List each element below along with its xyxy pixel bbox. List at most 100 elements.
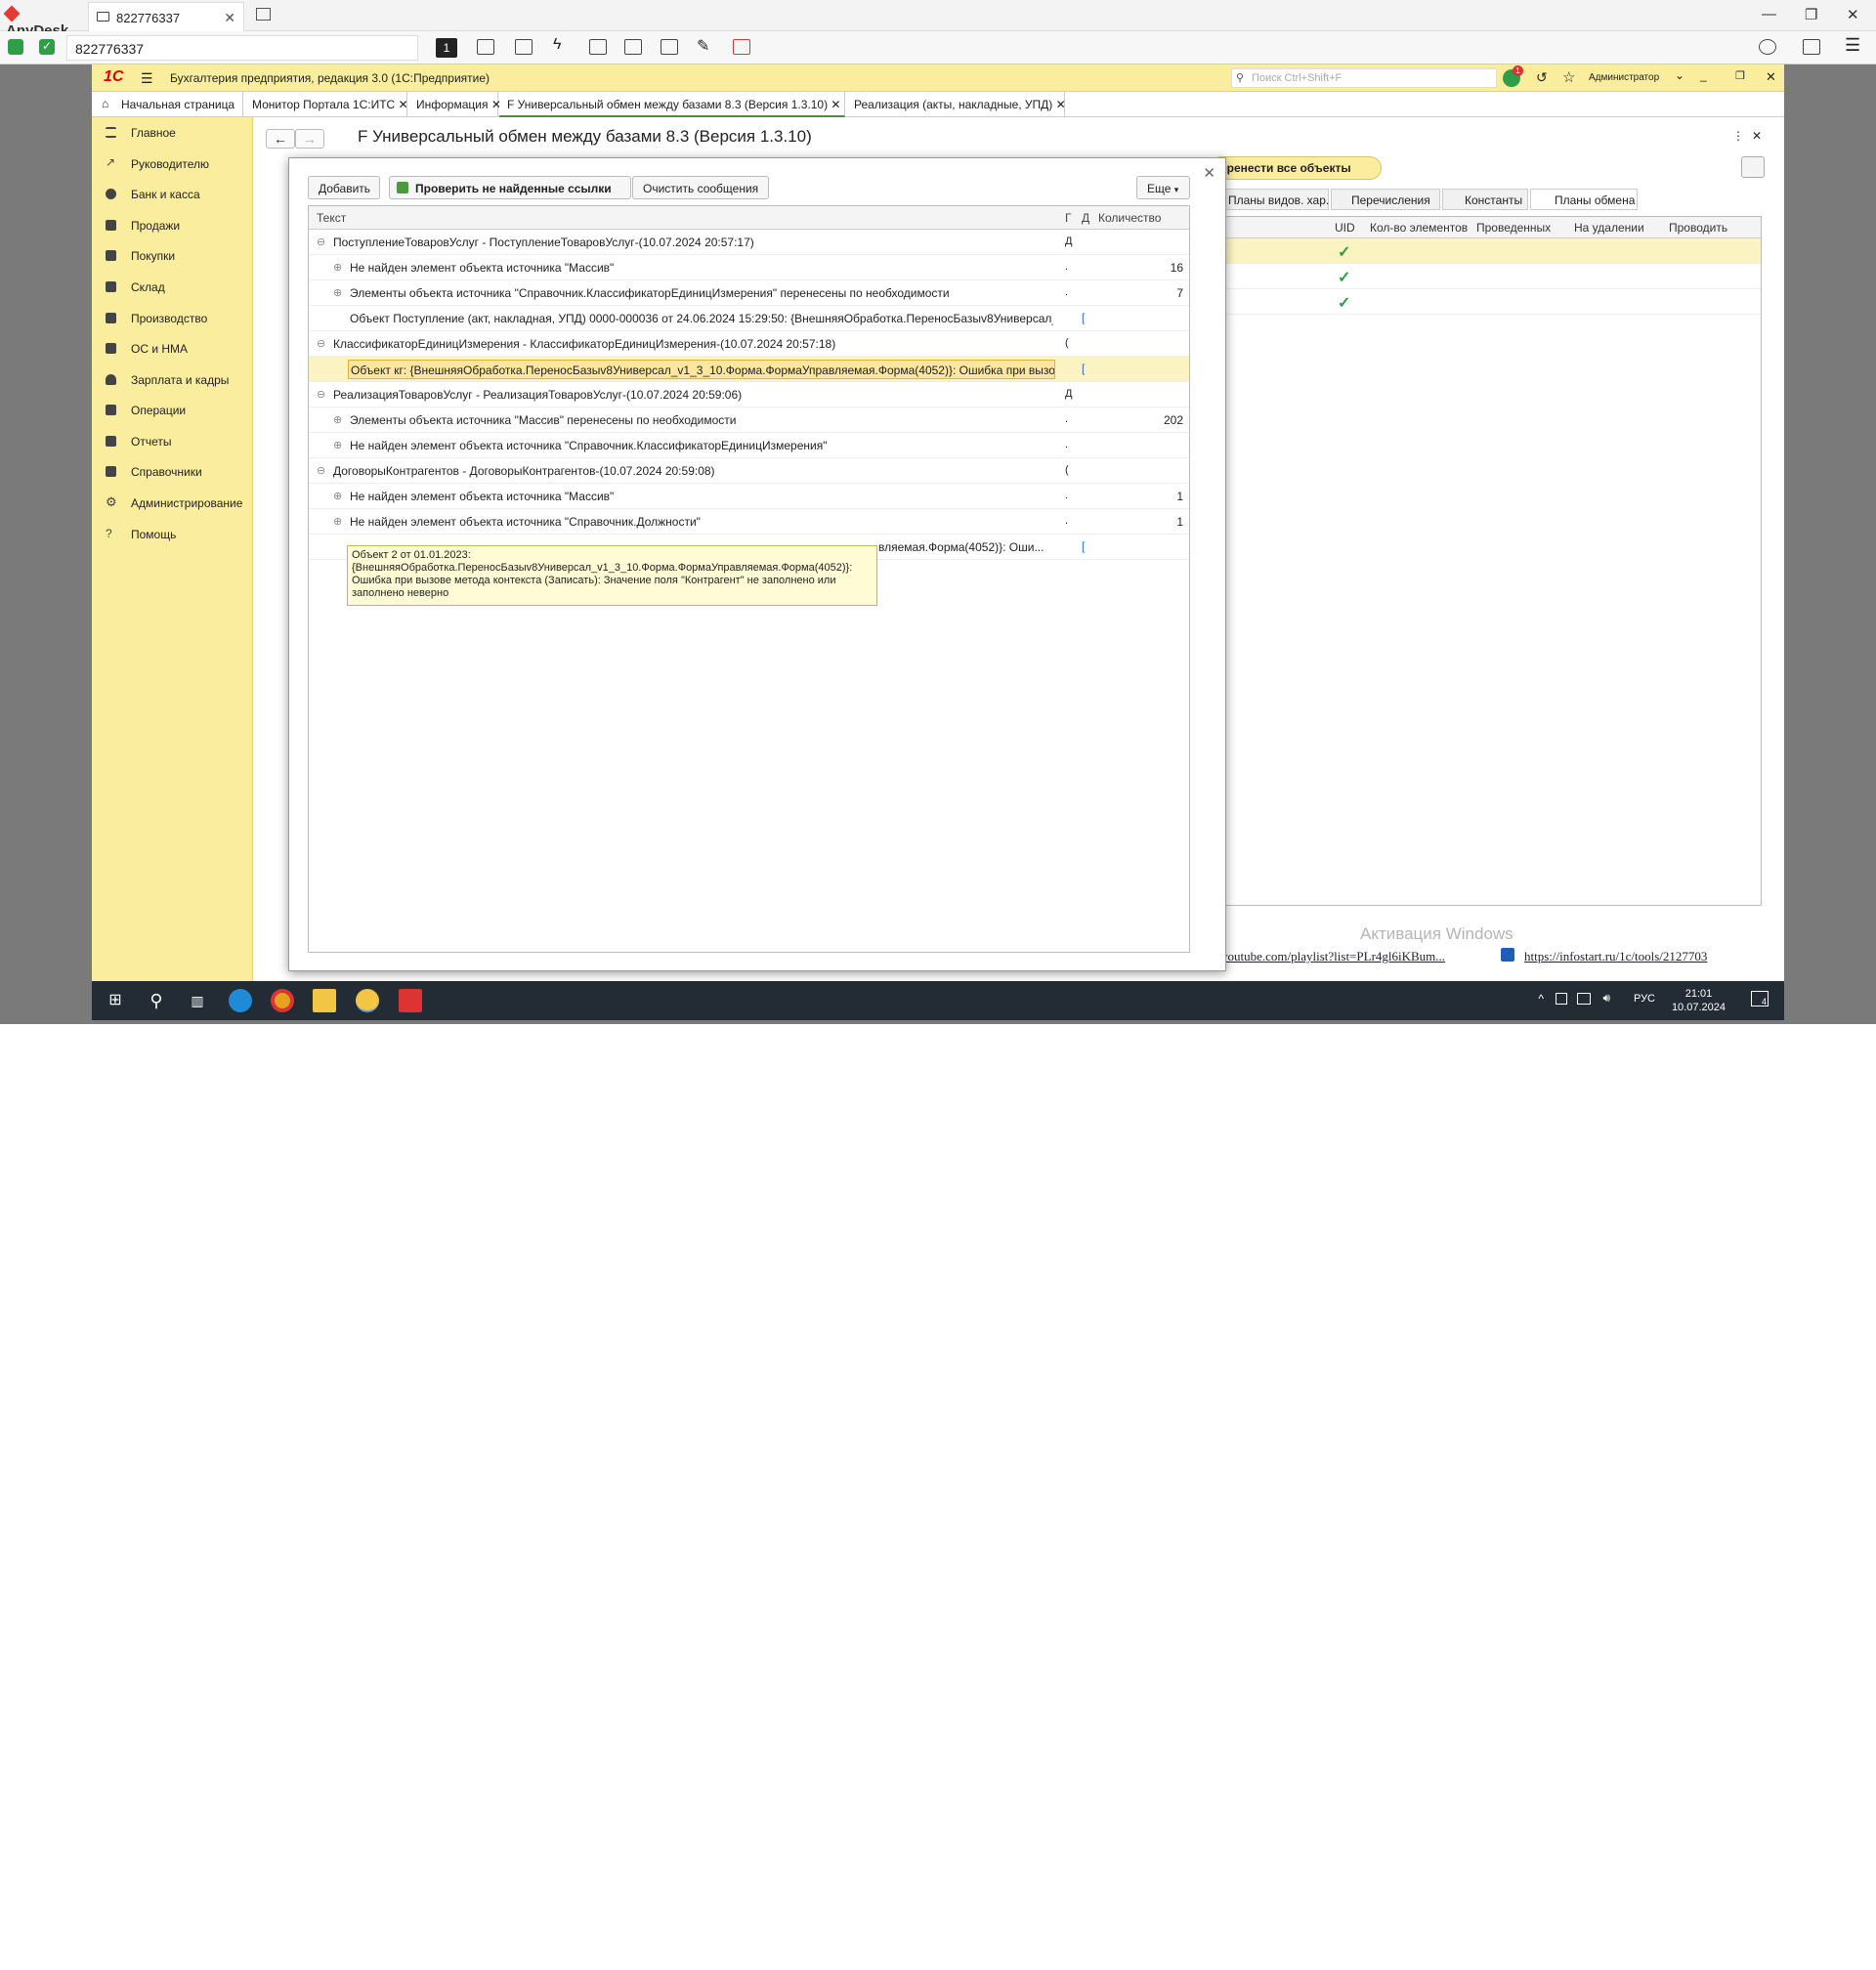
tree-group-row[interactable]: ⊖ ДоговорыКонтрагентов - ДоговорыКонтраге… xyxy=(309,458,1189,484)
tab-sales[interactable]: Реализация (акты, накладные, УПД) ✕ xyxy=(846,92,1066,117)
task-view-icon[interactable]: ▥ xyxy=(186,989,209,1012)
taskbar-clock[interactable]: 21:01 10.07.2024 xyxy=(1672,987,1726,1014)
expand-icon[interactable]: ⊕ xyxy=(333,515,342,528)
close-window-icon[interactable]: ✕ xyxy=(1847,6,1859,23)
add-button[interactable]: Добавить xyxy=(308,176,380,199)
tree-row[interactable]: Объект Поступление (акт, накладная, УПД)… xyxy=(309,306,1189,331)
tab-information[interactable]: Информация ✕ xyxy=(408,92,501,117)
more-vertical-icon[interactable]: ⋮ xyxy=(1732,129,1744,143)
expand-icon[interactable]: ⊕ xyxy=(333,439,342,451)
expand-icon[interactable]: ⊕ xyxy=(333,413,342,426)
sidebar-item-manager[interactable]: ↗ Руководителю xyxy=(92,152,253,176)
collapse-icon[interactable]: ⊖ xyxy=(317,464,325,477)
tray-network-icon[interactable] xyxy=(1577,993,1591,1005)
tray-device-icon[interactable] xyxy=(1556,993,1567,1005)
tab-universal-exchange[interactable]: F Универсальный обмен между базами 8.3 (… xyxy=(499,92,845,117)
objects-row[interactable]: ✓ xyxy=(1222,264,1761,289)
app-restore-icon[interactable]: ❐ xyxy=(1735,69,1745,82)
collapse-icon[interactable]: ⊖ xyxy=(317,388,325,401)
tab-char-types[interactable]: Планы видов. хар. xyxy=(1221,189,1329,210)
expand-icon[interactable]: ⊕ xyxy=(333,261,342,274)
action-bolt-icon[interactable]: ϟ xyxy=(553,36,571,53)
global-search-input[interactable]: Поиск Ctrl+Shift+F ⚲ xyxy=(1231,68,1497,88)
current-user[interactable]: Администратор xyxy=(1589,72,1659,83)
sidebar-item-reports[interactable]: Отчеты xyxy=(92,430,253,453)
close-icon[interactable]: ✕ xyxy=(399,98,408,111)
sidebar-item-assets[interactable]: ОС и НМА xyxy=(92,337,253,361)
tree-group-row[interactable]: ⊖ КлассификаторЕдиницИзмерения - Классифи… xyxy=(309,331,1189,357)
sidebar-item-production[interactable]: Производство xyxy=(92,307,253,330)
tree-group-row[interactable]: ⊖ РеализацияТоваровУслуг - РеализацияТова… xyxy=(309,382,1189,407)
restore-icon[interactable]: ❐ xyxy=(1805,6,1817,23)
chat-icon[interactable] xyxy=(515,39,533,55)
main-menu-icon[interactable]: ☰ xyxy=(141,70,153,87)
1c-app-icon[interactable] xyxy=(356,989,379,1012)
more-button[interactable]: Еще ▾ xyxy=(1136,176,1190,199)
address-field[interactable]: 822776337 xyxy=(66,35,418,61)
language-indicator[interactable]: РУС xyxy=(1634,993,1655,1005)
history-app-icon[interactable]: ↺ xyxy=(1536,69,1548,86)
sidebar-item-warehouse[interactable]: Склад xyxy=(92,276,253,299)
expand-icon[interactable]: ⊕ xyxy=(333,490,342,502)
edge-icon[interactable] xyxy=(229,989,252,1012)
anydesk-session-tab[interactable]: 822776337 ✕ xyxy=(88,2,244,31)
objects-row[interactable]: ✓ xyxy=(1222,289,1761,315)
anydesk-taskbar-icon[interactable] xyxy=(399,989,422,1012)
tree-row[interactable]: ⊕ Не найден элемент объекта источника "Ма… xyxy=(309,484,1189,509)
minimize-icon[interactable]: — xyxy=(1762,6,1776,22)
taskbar-search-icon[interactable]: ⚲ xyxy=(145,989,168,1012)
favorites-star-icon[interactable]: ☆ xyxy=(1562,68,1575,86)
infostart-link[interactable]: https://infostart.ru/1c/tools/2127703 xyxy=(1524,949,1707,964)
sidebar-item-payroll[interactable]: Зарплата и кадры xyxy=(92,368,253,392)
tree-row[interactable]: ⊕ Не найден элемент объекта источника "Сп… xyxy=(309,433,1189,458)
close-icon[interactable]: ✕ xyxy=(831,98,840,111)
youtube-link[interactable]: youtube.com/playlist?list=PLr4gl6iKBum..… xyxy=(1221,949,1445,964)
dialog-close-icon[interactable]: ✕ xyxy=(1203,164,1215,182)
close-tab-icon[interactable]: ✕ xyxy=(224,10,235,26)
action-center-icon[interactable]: 4 xyxy=(1751,991,1769,1006)
check-links-button[interactable]: Проверить не найденные ссылки xyxy=(389,176,631,199)
menu-icon[interactable]: ☰ xyxy=(1845,35,1862,55)
chrome-icon[interactable] xyxy=(271,989,294,1012)
tab-enums[interactable]: Перечисления xyxy=(1331,189,1440,210)
history-icon[interactable] xyxy=(1759,39,1776,55)
tree-row[interactable]: ⊕ Не найден элемент объекта источника "Сп… xyxy=(309,509,1189,535)
forward-arrow-icon[interactable]: → xyxy=(295,129,324,149)
draw-icon[interactable]: ✎ xyxy=(697,36,714,55)
monitor-select-button[interactable]: 1 xyxy=(436,38,457,58)
permissions-icon[interactable] xyxy=(661,39,678,55)
tree-row[interactable]: ⊕ Элементы объекта источника "Массив" пер… xyxy=(309,407,1189,433)
tab-constants[interactable]: Константы xyxy=(1442,189,1528,210)
new-tab-icon[interactable] xyxy=(256,8,271,21)
sidebar-item-catalogs[interactable]: Справочники xyxy=(92,460,253,484)
tree-group-row[interactable]: ⊖ ПоступлениеТоваровУслуг - ПоступлениеТо… xyxy=(309,230,1189,255)
sidebar-item-operations[interactable]: Операции xyxy=(92,399,253,422)
tab-exchange-plans[interactable]: Планы обмена xyxy=(1530,189,1638,210)
sidebar-item-bank[interactable]: Банк и касса xyxy=(92,183,253,206)
app-menu-chevron-icon[interactable]: ⌄ xyxy=(1675,68,1684,82)
tree-row-selected[interactable]: Объект кг: {ВнешняяОбработка.ПереносБазы… xyxy=(309,357,1189,382)
tree-row[interactable]: ⊕ Элементы объекта источника "Справочник.… xyxy=(309,280,1189,306)
clear-messages-button[interactable]: Очистить сообщения xyxy=(632,176,769,199)
file-explorer-icon[interactable] xyxy=(313,989,336,1012)
app-minimize-icon[interactable]: _ xyxy=(1700,68,1707,82)
sidebar-item-purchases[interactable]: Покупки xyxy=(92,244,253,268)
tab-its-monitor[interactable]: Монитор Портала 1С:ИТС ✕ xyxy=(244,92,408,117)
form-close-icon[interactable]: ✕ xyxy=(1752,129,1762,143)
sidebar-item-main[interactable]: Главное xyxy=(92,121,253,145)
collapse-icon[interactable]: ⊖ xyxy=(317,337,325,350)
tree-row[interactable]: ⊕ Не найден элемент объекта источника "Ма… xyxy=(309,255,1189,280)
tray-volume-icon[interactable]: 🔊︎ xyxy=(1602,991,1610,1006)
notifications-icon[interactable]: 1 xyxy=(1503,65,1523,87)
sidebar-item-admin[interactable]: ⚙ Администрирование xyxy=(92,492,253,515)
record-icon[interactable] xyxy=(733,39,750,55)
download-icon[interactable] xyxy=(1803,39,1820,55)
expand-icon[interactable]: ⊕ xyxy=(333,286,342,299)
collapse-icon[interactable]: ⊖ xyxy=(317,236,325,248)
display-icon[interactable] xyxy=(624,39,642,55)
transfer-all-button[interactable]: еренести все объекты xyxy=(1210,156,1382,180)
back-arrow-icon[interactable]: ← xyxy=(266,129,295,149)
objects-row[interactable]: ✓ xyxy=(1222,238,1761,264)
close-icon[interactable]: ✕ xyxy=(1056,98,1066,111)
keyboard-icon[interactable] xyxy=(589,39,607,55)
